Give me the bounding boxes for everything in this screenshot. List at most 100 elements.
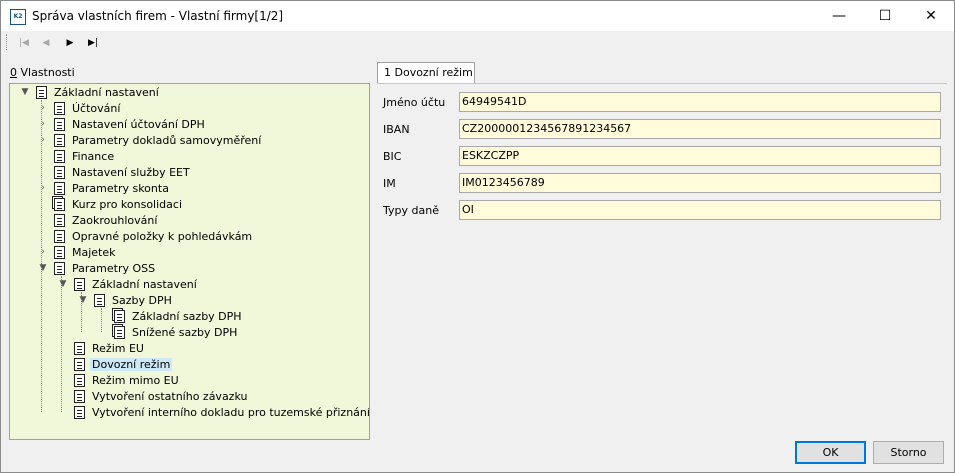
minimize-button[interactable]: — (816, 1, 862, 31)
account-name-field[interactable]: 64949541D (459, 92, 941, 112)
document-icon (74, 405, 85, 419)
next-record-button[interactable]: ▶ (60, 34, 80, 52)
document-icon (54, 101, 65, 115)
tree-node-snizene-sazby-dph[interactable]: Snížené sazby DPH (98, 324, 239, 340)
document-icon (54, 245, 65, 259)
tree-node-label: Základní nastavení (92, 277, 197, 291)
properties-label-mnemonic: 0 (10, 66, 17, 79)
collapse-icon[interactable]: ▼ (78, 292, 88, 308)
tree-node-nastaveni-sluzby-eet[interactable]: Nastavení služby EET (38, 164, 192, 180)
tree-node-rezim-mimo-eu[interactable]: Režim mimo EU (58, 372, 181, 388)
tree-node-label: Účtování (72, 101, 121, 115)
tree-node-label: Nastavení účtování DPH (72, 117, 205, 131)
document-icon (54, 229, 65, 243)
tree-node-dovozni-rezim[interactable]: Dovozní režim (58, 356, 173, 372)
tree-node-label: Kurz pro konsolidaci (72, 197, 182, 211)
properties-tree[interactable]: ▼ Základní nastavení › Účtování › Nastav… (9, 83, 370, 440)
document-icon (74, 341, 85, 355)
tree-node-vytvoreni-interniho-dokladu[interactable]: Vytvoření interního dokladu pro tuzemské… (58, 404, 370, 420)
tree-node-sazby-dph[interactable]: ▼ Sazby DPH (78, 292, 174, 308)
dialog-window: K2 Správa vlastních firem - Vlastní firm… (0, 0, 955, 473)
last-record-button[interactable]: ▶| (83, 34, 103, 52)
document-icon (54, 149, 65, 163)
tree-node-label: Opravné položky k pohledávkám (72, 229, 253, 243)
tree-node-majetek[interactable]: › Majetek (38, 244, 118, 260)
document-icon (74, 357, 85, 371)
toolbar-grip[interactable] (6, 34, 8, 50)
document-icon (74, 373, 85, 387)
tree-node-label: Snížené sazby DPH (132, 325, 238, 339)
tax-types-label: Typy daně (383, 204, 439, 217)
tree-node-label: Základní sazby DPH (132, 309, 242, 323)
window-title: Správa vlastních firem - Vlastní firmy[1… (32, 9, 284, 23)
tree-node-opravne-polozky[interactable]: Opravné položky k pohledávkám (38, 228, 254, 244)
first-record-button[interactable]: |◀ (14, 34, 34, 52)
app-logo-icon: K2 (10, 9, 26, 25)
document-icon (54, 165, 65, 179)
iban-field[interactable]: CZ2000001234567891234567 (459, 119, 941, 139)
tree-node-zaokrouhlovani[interactable]: Zaokrouhlování (38, 212, 159, 228)
document-icon (54, 117, 65, 131)
tab-dovozni-rezim[interactable]: 1 Dovozní režim (377, 62, 475, 84)
document-icon (36, 85, 47, 99)
tree-node-label: Parametry skonta (72, 181, 169, 195)
record-navigation-toolbar: |◀ ◀ ▶ ▶| (1, 31, 954, 55)
tree-node-label: Režim EU (92, 341, 144, 355)
collapse-icon[interactable]: ▼ (38, 260, 48, 276)
tree-node-nastaveni-uctovani-dph[interactable]: › Nastavení účtování DPH (38, 116, 207, 132)
expand-icon[interactable]: › (38, 100, 48, 116)
tree-node-zakladni-sazby-dph[interactable]: Základní sazby DPH (98, 308, 244, 324)
tree-node-label: Finance (72, 149, 115, 163)
properties-label-text: Vlastnosti (17, 66, 75, 79)
tree-node-rezim-eu[interactable]: Režim EU (58, 340, 146, 356)
tree-node-label: Majetek (72, 245, 116, 259)
document-icon (54, 261, 65, 275)
collapse-icon[interactable]: ▼ (20, 84, 30, 100)
tree-node-oss-zakladni-nastaveni[interactable]: ▼ Základní nastavení (58, 276, 199, 292)
cancel-button[interactable]: Storno (873, 441, 944, 464)
tree-node-parametry-dokladu-samovymereni[interactable]: › Parametry dokladů samovyměření (38, 132, 263, 148)
im-label: IM (383, 177, 396, 190)
close-button[interactable]: ✕ (908, 1, 954, 31)
account-name-label: Jméno účtu (383, 96, 446, 109)
tree-node-parametry-oss[interactable]: ▼ Parametry OSS (38, 260, 157, 276)
document-icon (94, 293, 105, 307)
document-icon (74, 389, 85, 403)
tree-node-label: Zaokrouhlování (72, 213, 158, 227)
im-field[interactable]: IM0123456789 (459, 173, 941, 193)
iban-label: IBAN (383, 123, 410, 136)
tree-node-kurz-pro-konsolidaci[interactable]: Kurz pro konsolidaci (38, 196, 184, 212)
previous-record-button[interactable]: ◀ (36, 34, 56, 52)
documents-icon (114, 309, 125, 323)
documents-icon (54, 197, 65, 211)
bic-field[interactable]: ESKZCZPP (459, 146, 941, 166)
tab-divider (377, 83, 947, 84)
tree-node-label: Dovozní režim (90, 357, 173, 371)
expand-icon[interactable]: › (38, 132, 48, 148)
tree-node-label: Nastavení služby EET (72, 165, 190, 179)
expand-icon[interactable]: › (38, 116, 48, 132)
tree-node-label: Parametry dokladů samovyměření (72, 133, 262, 147)
tree-node-parametry-skonta[interactable]: › Parametry skonta (38, 180, 171, 196)
tax-types-field[interactable]: OI (459, 200, 941, 220)
tree-node-finance[interactable]: Finance (38, 148, 116, 164)
maximize-button[interactable]: ☐ (862, 1, 908, 31)
expand-icon[interactable]: › (38, 180, 48, 196)
tree-node-uctovani[interactable]: › Účtování (38, 100, 122, 116)
tree-node-label: Vytvoření interního dokladu pro tuzemské… (92, 405, 370, 419)
document-icon (54, 133, 65, 147)
document-icon (74, 277, 85, 291)
document-icon (54, 181, 65, 195)
collapse-icon[interactable]: ▼ (58, 276, 68, 292)
properties-panel-label: 0 Vlastnosti (10, 66, 75, 79)
tree-node-vytvoreni-ostatniho-zavazku[interactable]: Vytvoření ostatního závazku (58, 388, 249, 404)
expand-icon[interactable]: › (38, 244, 48, 260)
tree-node-label: Parametry OSS (72, 261, 156, 275)
tree-node-zakladni-nastaveni[interactable]: ▼ Základní nastavení (20, 84, 161, 100)
tree-node-label: Základní nastavení (54, 85, 159, 99)
tree-node-label: Vytvoření ostatního závazku (92, 389, 248, 403)
tree-node-label: Režim mimo EU (92, 373, 179, 387)
tree-node-label: Sazby DPH (112, 293, 172, 307)
ok-button[interactable]: OK (795, 441, 866, 464)
title-bar[interactable]: K2 Správa vlastních firem - Vlastní firm… (1, 1, 954, 31)
